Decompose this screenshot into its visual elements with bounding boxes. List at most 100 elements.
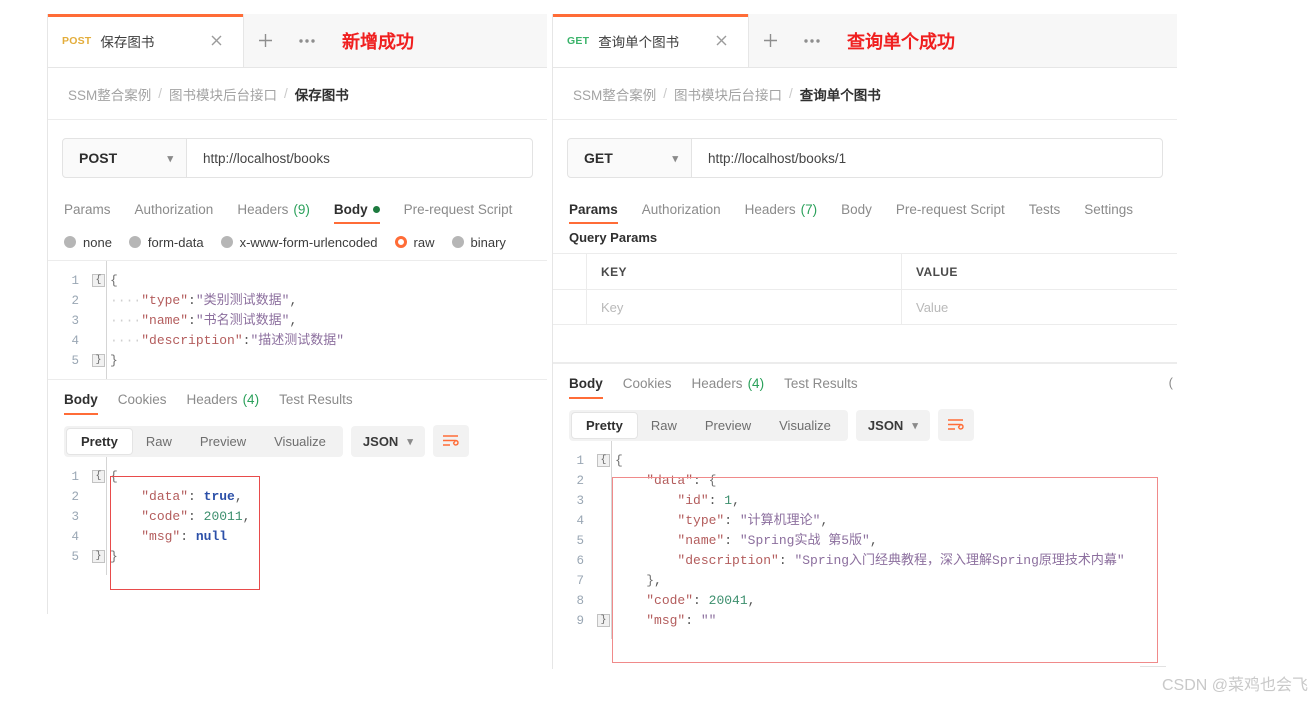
request-tab-pre-request-script[interactable]: Pre-request Script [896, 202, 1005, 224]
wrap-text-icon[interactable] [937, 409, 974, 441]
code-line: 3 ····"name":"书名测试数据", [48, 311, 547, 331]
code-line: 5}} [48, 547, 547, 567]
row-checkbox-cell[interactable] [553, 290, 587, 324]
request-body-editor[interactable]: 1 {{2 ····"type":"类别测试数据", 3 ····"name":"书名测… [48, 260, 547, 379]
line-number: 4 [71, 530, 79, 544]
code-line: 1 {{ [48, 271, 547, 291]
url-bar-left: POST ▾ http://localhost/books [62, 138, 533, 178]
http-method-select[interactable]: POST ▾ [63, 139, 187, 177]
line-number: 8 [576, 594, 584, 608]
chevron-down-icon: ▾ [167, 152, 173, 165]
request-tab-headers[interactable]: Headers (9) [237, 202, 310, 224]
watermark-rule [1140, 666, 1166, 667]
code-text: "data": { [646, 473, 717, 488]
request-tab-headers[interactable]: Headers (7) [745, 202, 818, 224]
line-number: 2 [71, 294, 79, 308]
response-toolbar-right: Pretty Raw Preview Visualize JSON ▾ [553, 399, 1177, 441]
response-tab-test-results[interactable]: Test Results [784, 376, 858, 399]
request-tabs-right: Params Authorization Headers (7) Body Pr… [553, 194, 1177, 224]
code-line: 3 "id": 1, [553, 491, 1177, 511]
request-tab-query-single-book[interactable]: GET 查询单个图书 [553, 14, 749, 67]
request-tab-authorization[interactable]: Authorization [135, 202, 214, 224]
request-tab-settings[interactable]: Settings [1084, 202, 1133, 224]
breadcrumb-group[interactable]: 图书模块后台接口 [169, 84, 277, 104]
response-body-viewer[interactable]: 1{{2 "data": {3 "id": 1, 4 "type": "计算机理论… [553, 441, 1177, 639]
code-line: 5 "name": "Spring实战 第5版", [553, 531, 1177, 551]
body-type-raw[interactable]: raw [394, 235, 435, 250]
response-format-value: JSON [362, 433, 399, 449]
response-tab-cookies[interactable]: Cookies [623, 376, 672, 399]
http-method-value: GET [584, 150, 613, 166]
breadcrumb-group[interactable]: 图书模块后台接口 [674, 84, 782, 104]
response-format-select[interactable]: JSON ▾ [350, 425, 425, 457]
chevron-down-icon: ▾ [407, 435, 413, 448]
query-params-table: KEY VALUE Key Value [553, 253, 1177, 325]
ellipsis-icon[interactable] [286, 14, 328, 67]
request-tab-params[interactable]: Params [64, 202, 111, 224]
close-icon[interactable] [710, 30, 732, 52]
request-tab-params[interactable]: Params [569, 202, 618, 224]
line-number: 9 [576, 614, 584, 628]
response-format-select[interactable]: JSON ▾ [855, 409, 930, 441]
request-tab-body[interactable]: Body [841, 202, 872, 224]
close-icon[interactable] [205, 30, 227, 52]
response-body-viewer[interactable]: 1{{2 "data": true, 3 "code": 20011, 4 "msg… [48, 457, 547, 575]
view-mode-preview[interactable]: Preview [691, 413, 765, 438]
tab-title: 保存图书 [100, 34, 155, 50]
response-status-text: ( [1168, 375, 1173, 390]
line-number: 2 [576, 474, 584, 488]
response-tab-headers[interactable]: Headers (4) [187, 392, 260, 415]
view-mode-pretty[interactable]: Pretty [67, 428, 132, 454]
column-header-key: KEY [587, 254, 902, 289]
code-text: } [110, 549, 118, 564]
http-method-select[interactable]: GET ▾ [568, 139, 692, 177]
headers-count: (7) [800, 202, 818, 217]
plus-icon[interactable] [244, 14, 286, 67]
ellipsis-icon[interactable] [791, 14, 833, 67]
line-number: 5 [576, 534, 584, 548]
breadcrumb-root[interactable]: SSM整合案例 [68, 84, 151, 104]
url-input[interactable]: http://localhost/books/1 [692, 139, 1162, 177]
request-tab-tests[interactable]: Tests [1029, 202, 1061, 224]
breadcrumb-separator: / [284, 86, 288, 101]
radio-label: binary [470, 234, 506, 250]
request-tab-pre-request-script[interactable]: Pre-request Script [404, 202, 513, 224]
plus-icon[interactable] [749, 14, 791, 67]
radio-label: none [83, 234, 112, 250]
tab-label: Settings [1084, 202, 1134, 217]
view-mode-raw[interactable]: Raw [637, 413, 691, 438]
request-tab-authorization[interactable]: Authorization [642, 202, 721, 224]
line-number: 6 [576, 554, 584, 568]
body-type-binary[interactable]: binary [451, 234, 506, 250]
response-tab-cookies[interactable]: Cookies [118, 392, 167, 415]
response-tab-body[interactable]: Body [64, 392, 98, 415]
code-text: { [110, 469, 118, 484]
table-row[interactable]: Key Value [553, 289, 1177, 324]
body-type-none[interactable]: none [64, 235, 112, 250]
response-tab-test-results[interactable]: Test Results [279, 392, 353, 415]
request-tab-body[interactable]: Body [333, 202, 380, 224]
annotation-label-left: 新增成功 [342, 31, 414, 52]
code-line: 5}} [48, 351, 547, 371]
view-mode-preview[interactable]: Preview [186, 429, 260, 454]
view-mode-visualize[interactable]: Visualize [260, 429, 340, 454]
view-mode-pretty[interactable]: Pretty [572, 412, 637, 438]
response-tab-body[interactable]: Body [569, 376, 603, 399]
indent-guide [106, 261, 107, 379]
code-line: 7 }, [553, 571, 1177, 591]
radio-label: x-www-form-urlencoded [239, 234, 378, 250]
body-type-form-data[interactable]: form-data [128, 235, 204, 250]
code-line: 9} "msg": "" [553, 611, 1177, 631]
url-input[interactable]: http://localhost/books [187, 139, 532, 177]
response-tab-headers[interactable]: Headers (4) [692, 376, 765, 399]
breadcrumb-separator: / [158, 86, 163, 101]
view-mode-visualize[interactable]: Visualize [765, 413, 845, 438]
param-value-input[interactable]: Value [902, 290, 1177, 324]
param-key-input[interactable]: Key [587, 290, 902, 324]
request-tab-save-book[interactable]: POST 保存图书 [48, 14, 244, 67]
breadcrumb-root[interactable]: SSM整合案例 [573, 84, 656, 104]
wrap-text-icon[interactable] [432, 425, 469, 457]
breadcrumb-current: 查询单个图书 [799, 87, 881, 103]
body-type-urlencoded[interactable]: x-www-form-urlencoded [220, 234, 378, 250]
view-mode-raw[interactable]: Raw [132, 429, 186, 454]
